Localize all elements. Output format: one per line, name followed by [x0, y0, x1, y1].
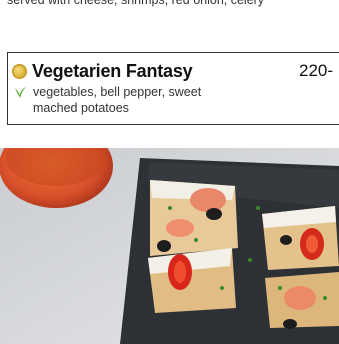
menu-item-title-row: Vegetarien Fantasy — [12, 61, 193, 82]
menu-item-name: Vegetarien Fantasy — [32, 61, 193, 81]
menu-item-description: vegetables, bell pepper, sweet mached po… — [33, 85, 202, 115]
food-photo — [0, 148, 339, 344]
previous-item-description: served with cheese, shrimps, red onion, … — [7, 0, 265, 7]
menu-item-card[interactable]: Vegetarien Fantasy 220- vegetables, bell… — [7, 52, 339, 125]
leaf-icon — [15, 87, 26, 98]
gold-medal-icon — [12, 64, 27, 79]
menu-item-price: 220- — [299, 61, 334, 80]
